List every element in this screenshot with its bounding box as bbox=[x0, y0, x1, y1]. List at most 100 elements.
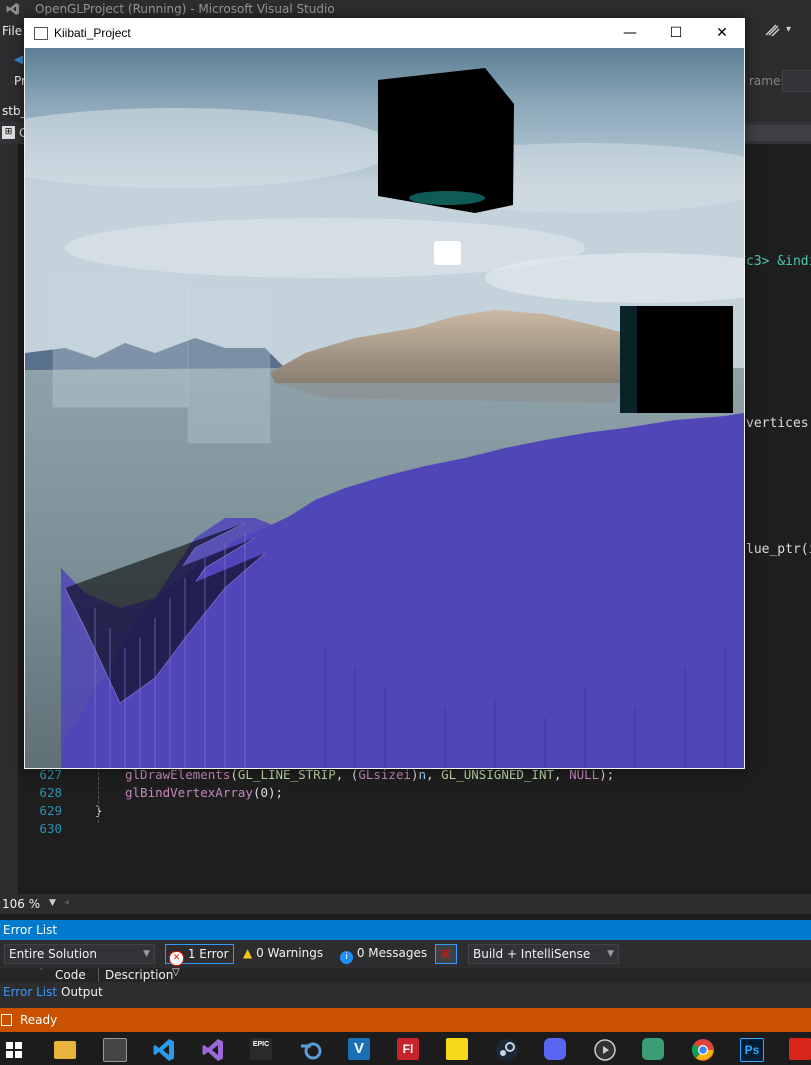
code-line[interactable]: 628 glBindVertexArray(0); bbox=[18, 785, 811, 803]
indent-guide bbox=[98, 767, 99, 823]
fl-studio-icon[interactable]: Fl bbox=[397, 1038, 419, 1060]
visual-studio-logo-icon bbox=[6, 3, 19, 15]
chevron-down-icon: ▼ bbox=[143, 949, 150, 959]
code-token: , bbox=[554, 767, 570, 782]
tab-error-list[interactable]: Error List bbox=[3, 985, 57, 999]
code-token: n bbox=[418, 767, 427, 782]
zoom-bar: 106 % ▼ ◂ bbox=[0, 894, 811, 914]
member-dropdown[interactable] bbox=[745, 125, 811, 141]
sticky-notes-icon[interactable] bbox=[446, 1038, 468, 1060]
warnings-filter-button[interactable]: ▲ 0 Warnings bbox=[243, 944, 323, 962]
glass-cube bbox=[52, 274, 189, 408]
code-text: glDrawElements(GL_LINE_STRIP, (GLsizei)n… bbox=[125, 767, 614, 782]
status-output-icon bbox=[1, 1014, 12, 1026]
vscode-icon[interactable] bbox=[152, 1038, 176, 1062]
visual-studio-icon[interactable] bbox=[201, 1038, 225, 1062]
column-description[interactable]: Description bbox=[105, 968, 173, 982]
scope-select[interactable]: Entire Solution ▼ bbox=[4, 944, 155, 964]
steam-icon[interactable] bbox=[495, 1038, 519, 1062]
vs-title-bar: OpenGLProject (Running) - Microsoft Visu… bbox=[0, 0, 811, 18]
zoom-level[interactable]: 106 % bbox=[2, 897, 40, 911]
status-text: Ready bbox=[20, 1013, 58, 1027]
code-token: NULL bbox=[569, 767, 600, 782]
media-player-icon[interactable] bbox=[593, 1038, 617, 1062]
kiibati-window[interactable]: Kiibati_Project — ☐ ✕ bbox=[24, 18, 745, 769]
feedback-icon[interactable] bbox=[763, 22, 781, 38]
line-number: 630 bbox=[39, 821, 62, 836]
code-token: glBindVertexArray bbox=[125, 785, 253, 800]
code-line[interactable]: 630 bbox=[18, 821, 811, 839]
filter-toggle-icon[interactable]: ⊠ bbox=[435, 944, 457, 964]
blender-icon[interactable] bbox=[299, 1038, 323, 1062]
code-line[interactable]: 629} bbox=[18, 803, 811, 821]
info-icon: i bbox=[340, 951, 353, 964]
line-number: 629 bbox=[39, 803, 62, 818]
windows-start-icon[interactable] bbox=[6, 1042, 22, 1058]
discord-icon[interactable] bbox=[544, 1038, 566, 1060]
code-fragment-1: c3> &indi bbox=[746, 254, 811, 269]
code-token: , bbox=[426, 767, 442, 782]
vs-left-margin bbox=[0, 144, 18, 894]
status-bar: Ready bbox=[0, 1008, 811, 1032]
epic-games-icon[interactable]: EPIC bbox=[250, 1038, 272, 1060]
menu-file[interactable]: File bbox=[2, 24, 22, 38]
scene bbox=[25, 48, 744, 768]
cube-light-patch bbox=[409, 191, 485, 205]
code-token: (0); bbox=[252, 785, 284, 800]
column-divider bbox=[98, 968, 99, 982]
overflow-chevron-icon[interactable]: ▾ bbox=[786, 24, 791, 35]
tab-output[interactable]: Output bbox=[61, 985, 103, 999]
close-button[interactable]: ✕ bbox=[699, 18, 745, 48]
acrobat-icon[interactable] bbox=[789, 1038, 811, 1060]
vs-window-title: OpenGLProject (Running) - Microsoft Visu… bbox=[35, 2, 335, 16]
error-list-title: Error List bbox=[3, 923, 58, 937]
error-list-header: Error List bbox=[0, 920, 811, 940]
column-code[interactable]: Code bbox=[55, 968, 86, 982]
build-select[interactable]: Build + IntelliSense ▼ bbox=[468, 944, 619, 964]
error-list-toolbar: Entire Solution ▼ ✕ 1 Error ▲ 0 Warnings … bbox=[0, 940, 811, 968]
frame-select[interactable] bbox=[782, 70, 811, 92]
v-app-icon[interactable]: V bbox=[348, 1038, 370, 1060]
back-nav-icon[interactable]: ◀ bbox=[14, 52, 23, 66]
chevron-down-icon: ▼ bbox=[607, 949, 614, 959]
code-fragment-3: lue_ptr(i bbox=[746, 542, 811, 557]
glass-cube-side bbox=[187, 287, 271, 444]
minimize-button[interactable]: — bbox=[607, 18, 653, 48]
errors-filter-button[interactable]: ✕ 1 Error bbox=[165, 944, 234, 966]
error-list-columns: ' Code Description ▽ bbox=[0, 968, 811, 982]
scroll-left-icon[interactable]: ◂ bbox=[64, 897, 69, 908]
opengl-viewport[interactable] bbox=[25, 48, 744, 768]
zoom-dropdown-icon[interactable]: ▼ bbox=[49, 898, 56, 908]
line-number: 627 bbox=[39, 767, 62, 782]
code-token: GLsizei bbox=[358, 767, 411, 782]
code-fragment-2: vertices[ bbox=[746, 416, 811, 431]
windows-taskbar: EPIC V Fl Ps bbox=[0, 1032, 811, 1065]
terminal-icon[interactable] bbox=[103, 1038, 127, 1062]
doc-tab[interactable]: stb_ bbox=[2, 104, 27, 118]
window-title-bar[interactable]: Kiibati_Project — ☐ ✕ bbox=[24, 18, 745, 48]
bottom-panel-tabs: Error List Output bbox=[0, 982, 811, 1008]
code-token: GL_LINE_STRIP bbox=[237, 767, 336, 782]
game-app-icon[interactable] bbox=[642, 1038, 664, 1060]
sort-icon: ' bbox=[40, 968, 43, 977]
window-title: Kiibati_Project bbox=[54, 26, 131, 40]
code-line[interactable]: 627 glDrawElements(GL_LINE_STRIP, (GLsize… bbox=[18, 767, 811, 785]
app-icon bbox=[34, 27, 48, 40]
code-token: ) bbox=[411, 767, 419, 782]
light-source-cube bbox=[434, 241, 461, 265]
file-explorer-icon[interactable] bbox=[54, 1041, 76, 1059]
project-icon: ⊞ bbox=[2, 126, 15, 139]
chrome-icon[interactable] bbox=[691, 1038, 715, 1062]
messages-filter-button[interactable]: i 0 Messages bbox=[340, 944, 427, 964]
chevron-down-icon[interactable]: ▽ bbox=[172, 968, 180, 978]
cube-edge bbox=[620, 306, 637, 413]
code-token: ( bbox=[230, 767, 238, 782]
code-token: , ( bbox=[335, 767, 359, 782]
code-token: glDrawElements bbox=[125, 767, 231, 782]
error-icon: ✕ bbox=[169, 951, 184, 966]
code-text: glBindVertexArray(0); bbox=[125, 785, 283, 800]
photoshop-icon[interactable]: Ps bbox=[740, 1038, 764, 1062]
maximize-button[interactable]: ☐ bbox=[653, 18, 699, 48]
code-token: GL_UNSIGNED_INT bbox=[441, 767, 555, 782]
line-number: 628 bbox=[39, 785, 62, 800]
